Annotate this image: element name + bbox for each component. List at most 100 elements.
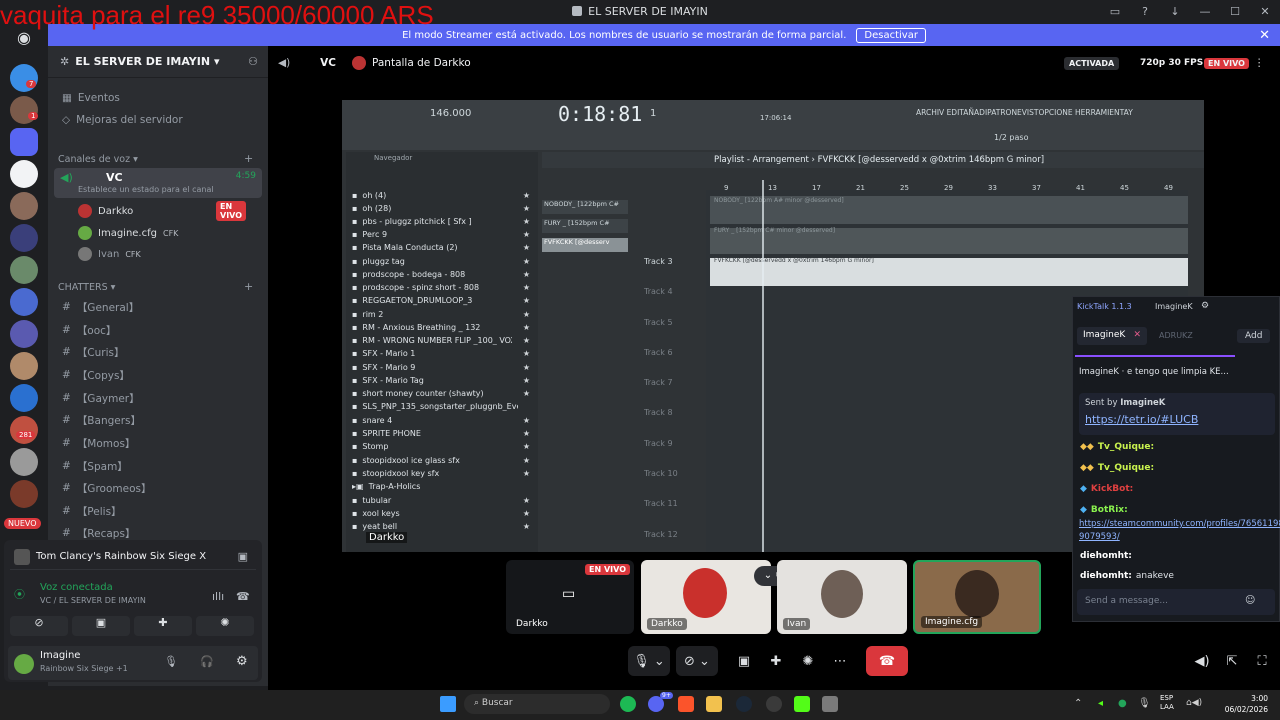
participant-tile[interactable]: EN VIVO ▭ Darkko: [506, 560, 634, 634]
voice-user[interactable]: Imagine.cfg CFK: [78, 226, 178, 240]
network-icon[interactable]: ⌂◀): [1186, 698, 1202, 708]
camera-button[interactable]: ⊘ ⌄: [676, 646, 718, 676]
text-channel[interactable]: # 【Groomeos】: [56, 478, 260, 498]
fullscreen-icon[interactable]: ⛶: [1250, 646, 1274, 676]
track-label[interactable]: Track 4: [644, 287, 673, 296]
download-icon[interactable]: ↓: [1160, 0, 1190, 22]
browser-item[interactable]: ▪ snare 4 ★: [352, 414, 530, 427]
server-icon[interactable]: [10, 288, 38, 316]
leave-call-button[interactable]: ☎: [866, 646, 908, 676]
camera-button[interactable]: ⊘: [10, 616, 68, 636]
track-label[interactable]: Track 8: [644, 408, 673, 417]
text-channel[interactable]: # 【Gaymer】: [56, 388, 260, 408]
clip-item[interactable]: NOBODY_ [122bpm C#: [542, 200, 628, 214]
browser-item[interactable]: ▪ RM - Anxious Breathing _ 132 ★: [352, 321, 530, 334]
tray-chevron-icon[interactable]: ⌃: [1074, 698, 1082, 709]
vc-label[interactable]: VC: [320, 57, 336, 69]
kick-tab[interactable]: ADRUKZ: [1159, 331, 1193, 340]
kick-settings-icon[interactable]: ⚙: [1201, 301, 1209, 311]
browser-item[interactable]: ▪ short money counter (shawty) ★: [352, 387, 530, 400]
add-channel-icon[interactable]: +: [244, 152, 253, 165]
browser-item[interactable]: ▪ rim 2 ★: [352, 308, 530, 321]
playhead[interactable]: [762, 180, 764, 552]
browser-item[interactable]: ▪ prodscope - bodega - 808 ★: [352, 268, 530, 281]
server-icon[interactable]: [10, 160, 38, 188]
participant-tile[interactable]: Imagine.cfg: [913, 560, 1041, 634]
browser-item[interactable]: ▪ xool keys ★: [352, 507, 530, 520]
participant-tile[interactable]: Darkko: [641, 560, 771, 634]
server-icon[interactable]: [10, 64, 38, 92]
browser-item[interactable]: ▪ oh (4) ★: [352, 189, 530, 202]
sidebar-item-events[interactable]: ▦ Eventos: [56, 88, 260, 108]
track-label[interactable]: Track 7: [644, 378, 673, 387]
track-label[interactable]: Track 6: [644, 348, 673, 357]
stream-game-icon[interactable]: ▣: [238, 550, 248, 563]
screenshare-button[interactable]: ▣: [72, 616, 130, 636]
voice-channel-vc[interactable]: ◀) VC 4:59 Establece un estado para el c…: [54, 168, 262, 198]
kick-tab[interactable]: ImagineK ✕: [1077, 327, 1147, 345]
text-channel[interactable]: # 【Bangers】: [56, 410, 260, 430]
server-icon[interactable]: [10, 384, 38, 412]
participant-tile[interactable]: Ivan: [777, 560, 907, 634]
start-icon[interactable]: [440, 696, 456, 712]
text-channel[interactable]: # 【Curis】: [56, 342, 260, 362]
fl-menu[interactable]: ARCHIV EDITAÑADIPATRONEVISTOPCIONE HERRA…: [916, 108, 1133, 117]
text-category[interactable]: CHATTERS ▾: [58, 282, 115, 293]
microphone-icon[interactable]: 🎙: [164, 655, 178, 668]
text-channel[interactable]: # 【Copys】: [56, 365, 260, 385]
soundboard-button[interactable]: ✺: [196, 616, 254, 636]
browser-item[interactable]: ▪ prodscope - spinz short - 808 ★: [352, 281, 530, 294]
close-banner-icon[interactable]: ✕: [1259, 28, 1270, 43]
browser-item[interactable]: ▪ yeat bell ★: [352, 520, 530, 533]
text-channel[interactable]: # 【Momos】: [56, 433, 260, 453]
activities-button[interactable]: ✚: [762, 646, 790, 676]
message-link[interactable]: https://tetr.io/#LUCB: [1085, 413, 1198, 426]
taskbar-search[interactable]: ⌕ Buscar: [464, 694, 610, 714]
chat-message[interactable]: ◆◆ Tv_Quique:: [1080, 463, 1158, 473]
microphone-icon[interactable]: 🎙: [1138, 698, 1151, 709]
channel-status[interactable]: Establece un estado para el canal: [78, 185, 214, 194]
obs-icon[interactable]: [766, 696, 782, 712]
server-icon[interactable]: [10, 320, 38, 348]
browser-item[interactable]: ▪ SFX - Mario 9 ★: [352, 361, 530, 374]
browser-item[interactable]: ▪SLS_PNP_135_songstarter_pluggnb_Ever_Cm…: [352, 400, 530, 413]
browser-item[interactable]: ▪ pluggz tag ★: [352, 255, 530, 268]
sidebar-item-boosts[interactable]: ◇ Mejoras del servidor: [56, 110, 260, 130]
browser-item[interactable]: ▪ Pista Mala Conducta (2) ★: [352, 241, 530, 254]
add-channel-icon[interactable]: +: [244, 280, 253, 293]
browser-item[interactable]: ▪ SFX - Mario Tag ★: [352, 374, 530, 387]
invite-icon[interactable]: ⚇: [248, 55, 258, 68]
browser-folder[interactable]: ▸▣ Trap-A-Holics: [352, 480, 530, 493]
new-badge[interactable]: NUEVO: [4, 518, 41, 529]
chat-message[interactable]: diehomht: anakeve: [1080, 571, 1174, 581]
headphones-icon[interactable]: 🎧: [200, 655, 214, 668]
activity-card[interactable]: Tom Clancy's Rainbow Six Siege X ▣: [10, 544, 256, 570]
timeline-ruler[interactable]: 9 13 17 21 25 29 33 37 41 45 49: [710, 184, 1190, 194]
clip-item[interactable]: FURY _ [152bpm C#: [542, 219, 628, 233]
chat-message[interactable]: ◆ BotRix:: [1080, 505, 1128, 515]
close-window-button[interactable]: ✕: [1250, 0, 1280, 22]
browser-item[interactable]: ▪ Stomp ★: [352, 440, 530, 453]
activities-button[interactable]: ✚: [134, 616, 192, 636]
app-icon[interactable]: [822, 696, 838, 712]
volume-icon[interactable]: ◀): [1190, 646, 1214, 676]
server-header[interactable]: ✲ EL SERVER DE IMAYIN ▾ ⚇: [48, 46, 268, 78]
browser-item[interactable]: ▪ SPRITE PHONE ★: [352, 427, 530, 440]
more-icon[interactable]: ⋮: [1254, 57, 1265, 69]
tray-app-icon[interactable]: ●: [1118, 698, 1127, 709]
soundboard-button[interactable]: ✺: [794, 646, 822, 676]
browser-item[interactable]: ▪ tubular ★: [352, 494, 530, 507]
gear-icon[interactable]: ⚙: [236, 654, 248, 669]
inbox-icon[interactable]: ▭: [1100, 0, 1130, 22]
voice-category[interactable]: Canales de voz ▾: [58, 154, 138, 165]
text-channel[interactable]: # 【General】: [56, 297, 260, 317]
chat-message[interactable]: ◆ KickBot:: [1080, 484, 1137, 494]
track-label[interactable]: Track 5: [644, 318, 673, 327]
browser-item[interactable]: ▪ pbs - pluggz pitchick [ Sfx ] ★: [352, 215, 530, 228]
browser-item[interactable]: ▪ SFX - Mario 1 ★: [352, 347, 530, 360]
clip-item[interactable]: FVFKCKK [@desserv: [542, 238, 628, 252]
pattern-selector[interactable]: 1: [650, 108, 656, 119]
discord-home-icon[interactable]: ◉: [12, 28, 36, 48]
browser-item[interactable]: ▪ stoopidxool ice glass sfx ★: [352, 454, 530, 467]
text-channel[interactable]: # 【ooc】: [56, 320, 260, 340]
